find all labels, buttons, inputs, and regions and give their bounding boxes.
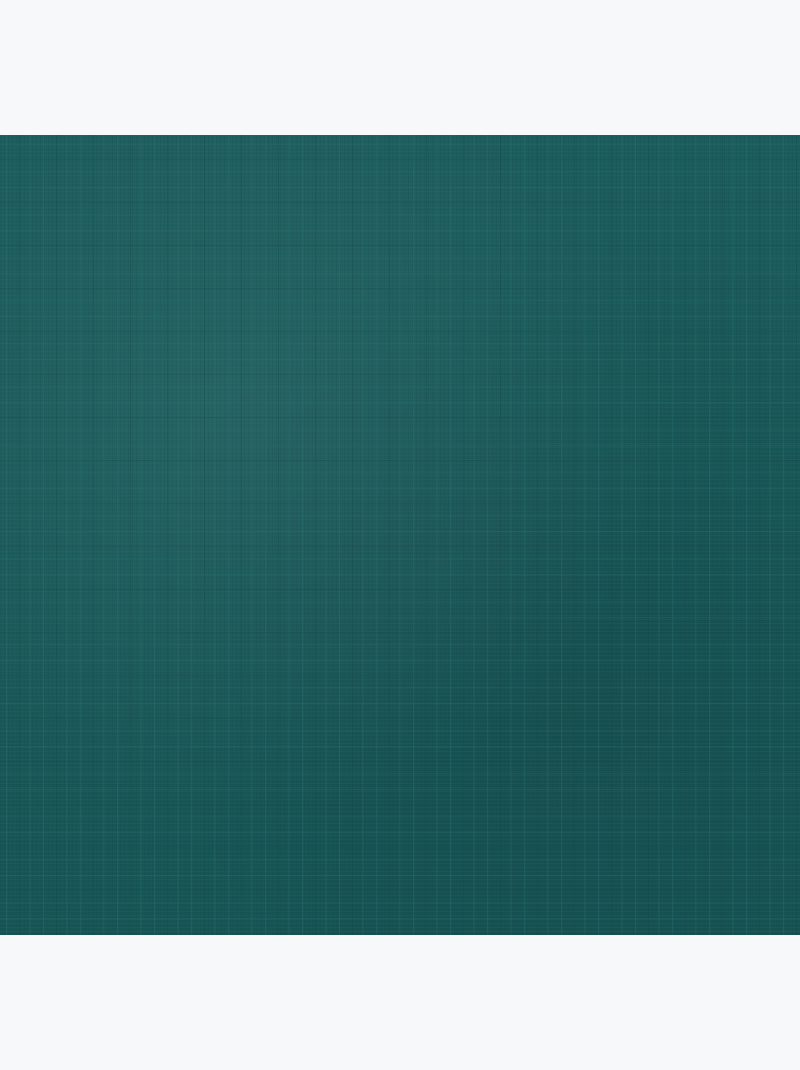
product-image-canvas xyxy=(0,0,800,1070)
fabric-texture xyxy=(0,135,800,935)
fabric-swatch xyxy=(0,135,800,935)
